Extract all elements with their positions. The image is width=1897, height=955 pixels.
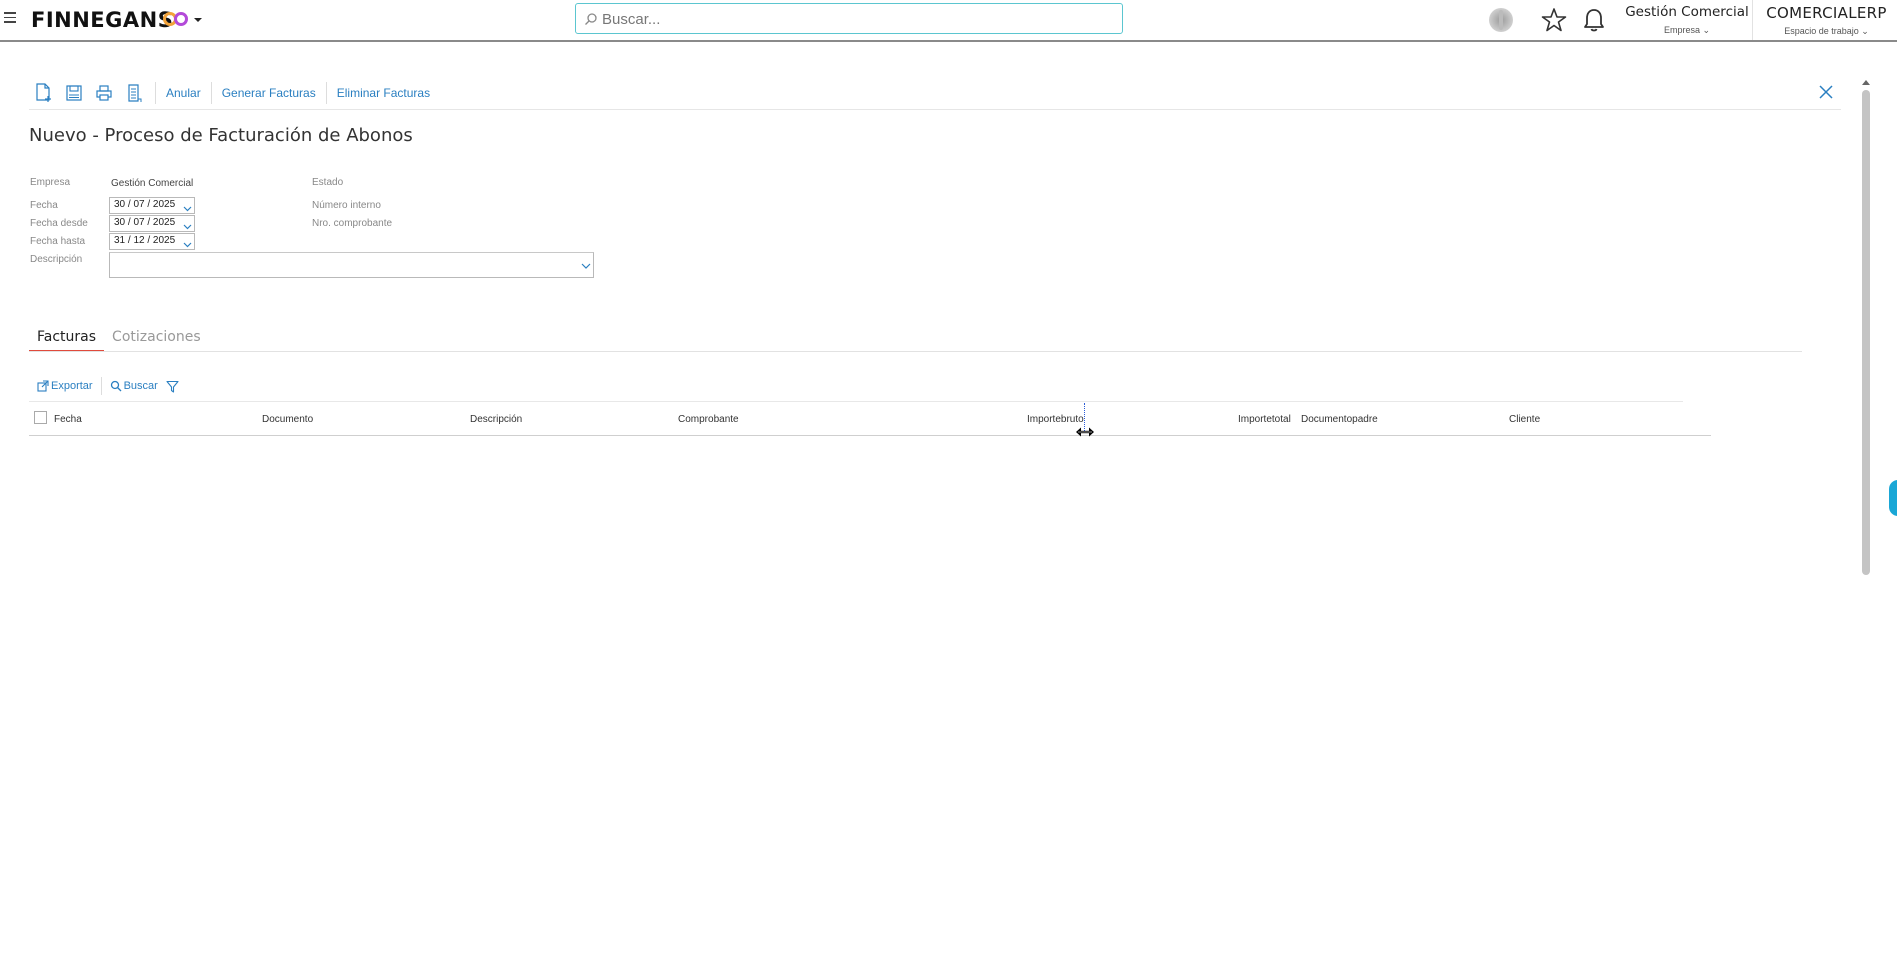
- column-header-descripcion[interactable]: Descripción: [470, 414, 522, 425]
- chevron-down-icon[interactable]: [183, 204, 192, 213]
- fecha-desde-label: Fecha desde: [30, 218, 88, 229]
- toolbar-divider: [155, 82, 156, 104]
- close-icon[interactable]: [1817, 83, 1835, 101]
- table-header-row: Fecha Documento Descripción Comprobante …: [29, 406, 1711, 436]
- favorite-star-icon[interactable]: [1539, 5, 1569, 35]
- help-chat-bubble[interactable]: [1889, 480, 1897, 516]
- filter-button[interactable]: [166, 380, 181, 393]
- empresa-label: Empresa: [30, 177, 71, 188]
- document-toolbar: Anular Generar Facturas Eliminar Factura…: [29, 81, 434, 105]
- column-header-comprobante[interactable]: Comprobante: [678, 414, 739, 425]
- grid-toolbar-line: [29, 401, 1683, 402]
- chevron-down-icon[interactable]: [183, 222, 192, 231]
- column-header-documento[interactable]: Documento: [262, 414, 313, 425]
- chevron-down-icon[interactable]: [581, 261, 591, 271]
- column-resize-cursor-icon: [1076, 427, 1094, 437]
- chevron-down-icon[interactable]: [193, 15, 203, 25]
- fecha-desde-input[interactable]: 30 / 07 / 2025: [109, 215, 195, 232]
- export-icon: [37, 380, 49, 392]
- table-header-bottom-line: [29, 435, 1711, 436]
- column-header-cliente[interactable]: Cliente: [1509, 414, 1540, 425]
- fecha-value: 30 / 07 / 2025: [114, 199, 176, 210]
- toolbar-divider-line: [29, 109, 1841, 110]
- exportar-button[interactable]: Exportar: [37, 380, 93, 392]
- eliminar-facturas-button[interactable]: Eliminar Facturas: [333, 86, 434, 100]
- column-header-importebruto[interactable]: Importebruto: [1027, 414, 1084, 425]
- column-header-documentopadre[interactable]: Documentopadre: [1301, 414, 1378, 425]
- workspace-selector[interactable]: COMERCIALERP Espacio de trabajo ⌄: [1758, 4, 1895, 37]
- company-sub-label: Empresa ⌄: [1663, 25, 1711, 35]
- print-icon[interactable]: [89, 81, 119, 105]
- grid-toolbar: Exportar Buscar: [37, 377, 181, 395]
- fecha-hasta-value: 31 / 12 / 2025: [114, 235, 176, 246]
- brand-logo[interactable]: FINNEGANS: [31, 8, 173, 32]
- generar-facturas-button[interactable]: Generar Facturas: [218, 86, 320, 100]
- estado-label: Estado: [312, 177, 344, 188]
- detail-tabs: Facturas Cotizaciones: [29, 327, 209, 352]
- column-header-fecha[interactable]: Fecha: [54, 414, 82, 425]
- chevron-down-icon[interactable]: [183, 240, 192, 249]
- descripcion-label: Descripción: [30, 254, 83, 265]
- ai-assistant-icon[interactable]: [1486, 5, 1516, 35]
- search-icon: [585, 13, 597, 25]
- company-selector[interactable]: Gestión Comercial Empresa ⌄: [1622, 4, 1752, 36]
- exportar-label: Exportar: [51, 380, 93, 392]
- global-search[interactable]: [575, 3, 1123, 34]
- fecha-hasta-label: Fecha hasta: [30, 236, 86, 247]
- fecha-input[interactable]: 30 / 07 / 2025: [109, 197, 195, 214]
- fecha-desde-value: 30 / 07 / 2025: [114, 217, 176, 228]
- nro-comprobante-label: Nro. comprobante: [312, 218, 393, 229]
- workspace-name: COMERCIALERP: [1766, 4, 1887, 22]
- search-icon: [110, 380, 122, 392]
- workspace-sub-label: Espacio de trabajo ⌄: [1784, 26, 1869, 36]
- buscar-button[interactable]: Buscar: [110, 380, 158, 392]
- select-all-checkbox[interactable]: [34, 411, 47, 424]
- notification-bell-icon[interactable]: [1579, 5, 1609, 35]
- company-name: Gestión Comercial: [1625, 4, 1749, 20]
- menu-icon[interactable]: [4, 12, 16, 24]
- tabs-divider: [29, 351, 1802, 352]
- save-icon[interactable]: [59, 81, 89, 105]
- vertical-scrollbar-thumb[interactable]: [1862, 90, 1870, 575]
- fecha-label: Fecha: [30, 200, 58, 211]
- scroll-up-icon[interactable]: [1862, 78, 1870, 86]
- chevron-down-icon: ⌄: [1861, 26, 1869, 36]
- grid-toolbar-divider: [100, 377, 102, 395]
- tab-cotizaciones[interactable]: Cotizaciones: [104, 327, 209, 352]
- toolbar-divider: [210, 82, 212, 104]
- top-bar: FINNEGANS Buscar... Gestión Comercial Em…: [0, 0, 1897, 42]
- tab-facturas[interactable]: Facturas: [29, 327, 105, 352]
- filter-icon: [166, 380, 179, 393]
- new-document-icon[interactable]: [29, 81, 59, 105]
- fecha-hasta-input[interactable]: 31 / 12 / 2025: [109, 233, 195, 250]
- page-title: Nuevo - Proceso de Facturación de Abonos: [29, 125, 413, 146]
- buscar-label: Buscar: [123, 380, 158, 392]
- copy-document-icon[interactable]: [119, 81, 149, 105]
- empresa-value[interactable]: Gestión Comercial: [111, 178, 193, 189]
- column-header-importetotal[interactable]: Importetotal: [1238, 414, 1291, 425]
- search-input[interactable]: [602, 8, 1102, 30]
- numero-interno-label: Número interno: [312, 200, 381, 211]
- chevron-down-icon: ⌄: [1702, 25, 1711, 35]
- descripcion-input[interactable]: [109, 252, 594, 278]
- header-divider: [1752, 0, 1753, 40]
- brand-co-logo: [163, 12, 188, 26]
- anular-button[interactable]: Anular: [162, 86, 205, 100]
- toolbar-divider: [325, 82, 327, 104]
